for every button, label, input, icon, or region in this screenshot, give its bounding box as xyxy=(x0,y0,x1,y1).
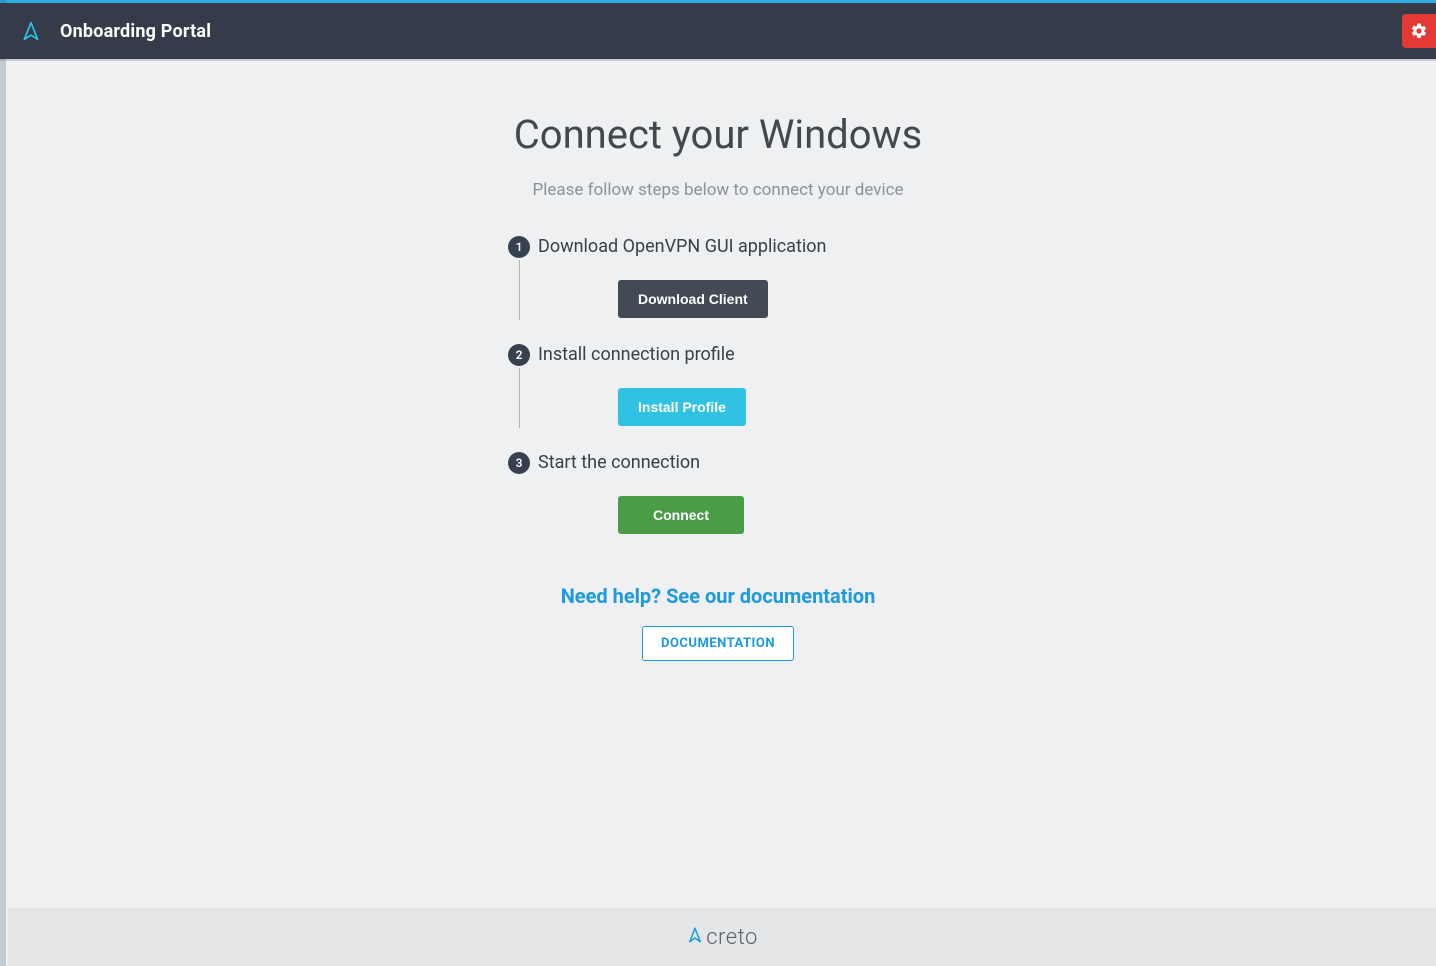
main-content: Connect your Windows Please follow steps… xyxy=(0,61,1436,661)
step-label: Install connection profile xyxy=(538,344,928,366)
brand-logo-icon xyxy=(20,20,42,42)
gear-icon xyxy=(1410,22,1428,40)
steps-list: 1 Download OpenVPN GUI application Downl… xyxy=(508,236,928,560)
step-number: 2 xyxy=(508,344,530,366)
help-title: Need help? See our documentation xyxy=(561,584,876,608)
install-profile-button[interactable]: Install Profile xyxy=(618,388,746,426)
step-connect: 3 Start the connection Connect xyxy=(508,452,928,534)
footer-brand: creto xyxy=(686,925,758,950)
step-label: Download OpenVPN GUI application xyxy=(538,236,928,258)
download-client-button[interactable]: Download Client xyxy=(618,280,768,318)
footer-brand-text: creto xyxy=(706,925,758,950)
step-connector xyxy=(519,260,520,320)
brand-logo-icon xyxy=(686,925,704,950)
step-download: 1 Download OpenVPN GUI application Downl… xyxy=(508,236,928,318)
connect-button[interactable]: Connect xyxy=(618,496,744,534)
step-number: 1 xyxy=(508,236,530,258)
settings-button[interactable] xyxy=(1402,14,1436,48)
page-title: Connect your Windows xyxy=(514,111,923,158)
step-number: 3 xyxy=(508,452,530,474)
step-connector xyxy=(519,368,520,428)
page-footer: creto xyxy=(8,908,1436,966)
step-install-profile: 2 Install connection profile Install Pro… xyxy=(508,344,928,426)
app-header: Onboarding Portal xyxy=(0,3,1436,59)
page-subtitle: Please follow steps below to connect you… xyxy=(532,180,903,200)
documentation-button[interactable]: DOCUMENTATION xyxy=(642,626,794,661)
help-block: Need help? See our documentation DOCUMEN… xyxy=(561,584,876,661)
app-title: Onboarding Portal xyxy=(60,21,211,42)
step-label: Start the connection xyxy=(538,452,928,474)
